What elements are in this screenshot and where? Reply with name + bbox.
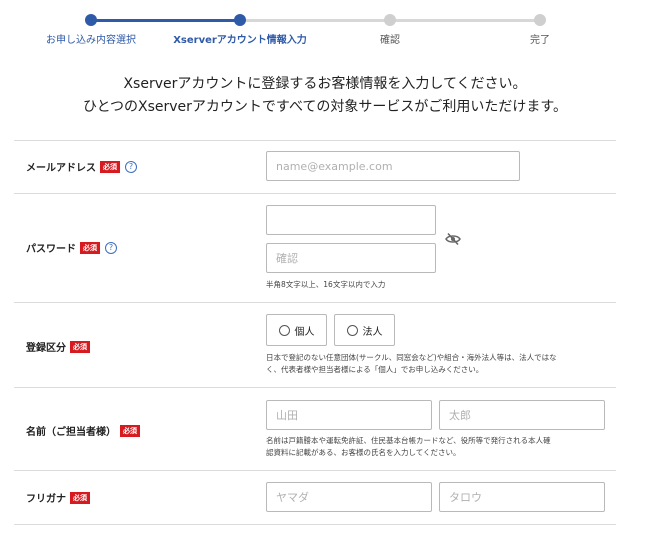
registration-type-label: 登録区分 必須 (26, 339, 90, 354)
last-name-input[interactable] (266, 400, 432, 430)
required-badge: 必須 (120, 424, 140, 437)
required-badge: 必須 (80, 241, 100, 254)
intro-text: Xserverアカウントに登録するお客様情報を入力してください。 ひとつのXse… (0, 73, 650, 119)
password-confirm-input[interactable] (266, 243, 436, 273)
stepper-track-completed (91, 19, 240, 22)
divider (14, 524, 616, 525)
step-3-dot (384, 14, 396, 26)
step-4-label: 完了 (530, 35, 550, 46)
progress-stepper: お申し込み内容選択 Xserverアカウント情報入力 確認 完了 (0, 0, 650, 52)
name-note: 名前は戸籍謄本や運転免許証、住民基本台帳カードなど、役所等で発行される本人確 認… (266, 435, 551, 459)
required-badge: 必須 (70, 491, 90, 504)
password-note: 半角8文字以上、16文字以内で入力 (266, 280, 386, 289)
registration-type-note: 日本で登記のない任意団体(サークル、同窓会など)や組合・海外法人等は、法人ではな… (266, 352, 557, 376)
step-3-label: 確認 (380, 35, 400, 46)
radio-corporation-label: 法人 (362, 326, 383, 338)
email-label: メールアドレス 必須 ? (26, 159, 137, 174)
email-label-text: メールアドレス (26, 163, 96, 174)
radio-corporation[interactable]: 法人 (334, 314, 395, 346)
registration-type-label-text: 登録区分 (26, 343, 66, 354)
radio-circle-icon (278, 324, 290, 336)
furigana-label-text: フリガナ (26, 494, 66, 505)
help-icon[interactable]: ? (125, 160, 137, 173)
name-note-line-1: 名前は戸籍謄本や運転免許証、住民基本台帳カードなど、役所等で発行される本人確 (266, 436, 551, 445)
divider (14, 302, 616, 303)
eye-slash-icon[interactable] (445, 232, 461, 246)
last-name-kana-input[interactable] (266, 482, 432, 512)
name-label-text: 名前（ご担当者様） (26, 427, 116, 438)
name-note-line-2: 認資料に記載がある、お客様の氏名を入力してください。 (266, 448, 461, 457)
step-2-label: Xserverアカウント情報入力 (173, 35, 307, 46)
divider (14, 387, 616, 388)
step-4-dot (534, 14, 546, 26)
name-label: 名前（ご担当者様） 必須 (26, 423, 140, 438)
radio-circle-icon (346, 324, 358, 336)
intro-line-1: Xserverアカウントに登録するお客様情報を入力してください。 (123, 76, 527, 92)
radio-individual[interactable]: 個人 (266, 314, 327, 346)
step-1-label: お申し込み内容選択 (46, 35, 136, 46)
divider (14, 140, 616, 141)
required-badge: 必須 (70, 340, 90, 353)
help-icon[interactable]: ? (105, 241, 117, 254)
registration-type-note-line-2: く、代表者様や担当者様による「個人」でお申し込みください。 (266, 365, 484, 374)
intro-line-2: ひとつのXserverアカウントですべての対象サービスがご利用いただけます。 (83, 99, 567, 115)
step-2-dot (234, 14, 246, 26)
divider (14, 193, 616, 194)
registration-type-note-line-1: 日本で登記のない任意団体(サークル、同窓会など)や組合・海外法人等は、法人ではな (266, 353, 557, 362)
furigana-label: フリガナ 必須 (26, 490, 90, 505)
divider (14, 470, 616, 471)
email-input[interactable] (266, 151, 520, 181)
first-name-kana-input[interactable] (439, 482, 605, 512)
step-1-dot (85, 14, 97, 26)
radio-individual-label: 個人 (294, 326, 315, 338)
first-name-input[interactable] (439, 400, 605, 430)
required-badge: 必須 (100, 160, 120, 173)
password-label: パスワード 必須 ? (26, 240, 117, 255)
password-label-text: パスワード (26, 244, 76, 255)
password-input[interactable] (266, 205, 436, 235)
